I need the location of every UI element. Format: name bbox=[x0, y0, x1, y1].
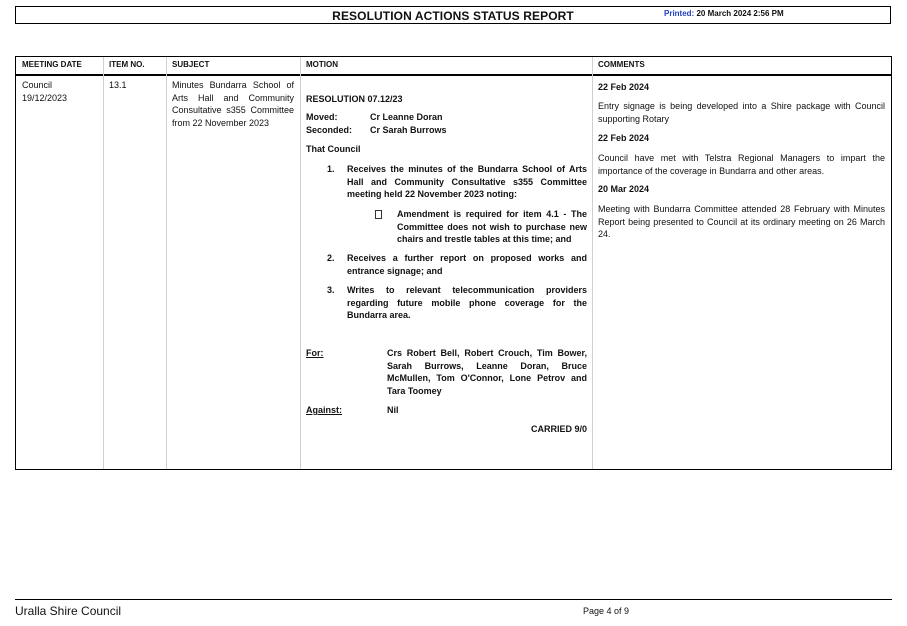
motion-subitem-text: Amendment is required for item 4.1 - The… bbox=[397, 209, 587, 244]
comment-text: Meeting with Bundarra Committee attended… bbox=[598, 204, 885, 239]
against-label: Against: bbox=[306, 405, 342, 415]
resolution-table: MEETING DATE ITEM NO. SUBJECT MOTION COM… bbox=[15, 56, 892, 470]
meeting-date-cell: Council 19/12/2023 bbox=[22, 79, 100, 104]
checkbox-icon bbox=[375, 210, 382, 219]
printed-stamp: Printed: 20 March 2024 2:56 PM bbox=[664, 9, 784, 18]
column-divider bbox=[300, 57, 301, 469]
header-item-no: ITEM NO. bbox=[109, 60, 145, 69]
footer-divider bbox=[15, 599, 892, 600]
seconded-label: Seconded: bbox=[306, 125, 353, 135]
column-divider bbox=[592, 57, 593, 469]
table-header-row: MEETING DATE ITEM NO. SUBJECT MOTION COM… bbox=[16, 57, 891, 76]
column-divider bbox=[166, 57, 167, 469]
header-meeting-date: MEETING DATE bbox=[22, 60, 82, 69]
footer-organisation: Uralla Shire Council bbox=[15, 604, 122, 618]
motion-item-text: Receives a further report on proposed wo… bbox=[347, 253, 587, 276]
that-council-heading: That Council bbox=[306, 144, 361, 154]
seconded-value: Cr Sarah Burrows bbox=[370, 125, 447, 135]
header-subject: SUBJECT bbox=[172, 60, 210, 69]
motion-subitem: Amendment is required for item 4.1 - The… bbox=[375, 208, 587, 246]
printed-value: 20 March 2024 2:56 PM bbox=[696, 9, 784, 18]
meeting-type: Council bbox=[22, 80, 53, 90]
meeting-date: 19/12/2023 bbox=[22, 92, 68, 103]
printed-label: Printed: bbox=[664, 9, 695, 18]
for-label: For: bbox=[306, 348, 324, 358]
footer-page-number: Page 4 of 9 bbox=[583, 606, 630, 616]
comment-date: 20 Mar 2024 bbox=[598, 184, 650, 194]
moved-label: Moved: bbox=[306, 112, 338, 122]
carried-result: CARRIED 9/0 bbox=[530, 424, 587, 434]
against-value: Nil bbox=[387, 405, 399, 415]
report-header: RESOLUTION ACTIONS STATUS REPORT Printed… bbox=[15, 6, 891, 24]
motion-item-number: 1. bbox=[327, 164, 335, 174]
motion-item-number: 3. bbox=[327, 285, 335, 295]
resolution-number: RESOLUTION 07.12/23 bbox=[306, 94, 403, 104]
motion-item-text: Writes to relevant telecommunication pro… bbox=[347, 285, 587, 320]
comment-date: 22 Feb 2024 bbox=[598, 82, 650, 92]
header-comments: COMMENTS bbox=[598, 60, 645, 69]
header-motion: MOTION bbox=[306, 60, 338, 69]
column-divider bbox=[103, 57, 104, 469]
moved-value: Cr Leanne Doran bbox=[370, 112, 443, 122]
comment-text: Entry signage is being developed into a … bbox=[598, 101, 885, 124]
item-no-cell: 13.1 bbox=[109, 80, 127, 90]
comment-text: Council have met with Telstra Regional M… bbox=[598, 153, 885, 176]
comment-date: 22 Feb 2024 bbox=[598, 133, 650, 143]
for-value: Crs Robert Bell, Robert Crouch, Tim Bowe… bbox=[387, 348, 587, 396]
motion-item-number: 2. bbox=[327, 253, 335, 263]
subject-cell: Minutes Bundarra School of Arts Hall and… bbox=[172, 80, 294, 128]
motion-item-text: Receives the minutes of the Bundarra Sch… bbox=[347, 164, 587, 199]
